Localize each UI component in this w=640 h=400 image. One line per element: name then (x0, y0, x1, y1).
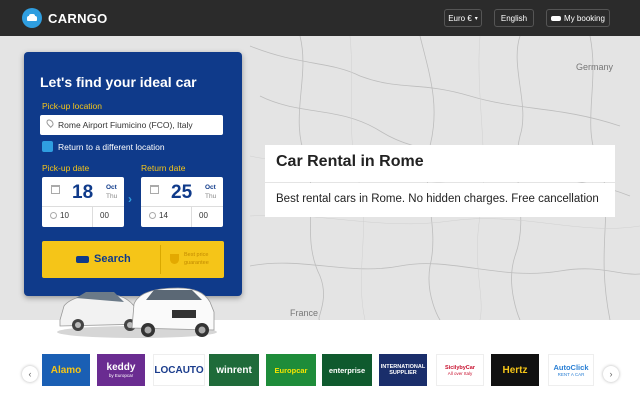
my-booking-button[interactable]: My booking (546, 9, 610, 27)
cars-illustration (57, 287, 217, 338)
partner-tagline: by Europcar (108, 373, 134, 378)
search-label: Search (94, 253, 131, 265)
partners-strip (0, 340, 640, 400)
return-month: Oct (205, 184, 216, 191)
chevron-right-icon: › (609, 369, 613, 379)
search-button[interactable]: Search Best price guarantee (42, 241, 224, 278)
partner-logo[interactable]: winrent (209, 354, 259, 386)
partner-logo[interactable]: AutoClick RENT A CAR (548, 354, 594, 386)
calendar-icon (51, 185, 60, 194)
map-label-france: France (290, 308, 319, 318)
partner-logo[interactable]: SicilybyCar All over Italy (436, 354, 484, 386)
pickup-minute[interactable]: 00 (100, 211, 109, 220)
return-different-checkbox[interactable] (42, 141, 53, 152)
currency-selector[interactable]: Euro € ▾ (444, 9, 482, 27)
partner-name: Alamo (50, 364, 82, 376)
pickup-location-input[interactable] (40, 115, 223, 135)
car-icon (551, 15, 562, 21)
return-date-label: Return date (141, 163, 186, 173)
hero-title-card: Car Rental in Rome (265, 145, 615, 182)
price-guarantee-label: Best price guarantee (184, 252, 209, 266)
partner-tagline: RENT A CAR (557, 372, 585, 377)
pickup-day: 18 (72, 182, 94, 203)
carousel-prev-button[interactable]: ‹ (22, 366, 38, 382)
chevron-left-icon: ‹ (28, 369, 32, 379)
return-day: 25 (171, 182, 193, 203)
clock-icon (50, 212, 57, 219)
carngo-logo-icon[interactable] (22, 8, 42, 28)
chevron-right-icon: › (128, 192, 132, 206)
clock-icon (149, 212, 156, 219)
divider (160, 245, 161, 274)
partner-logo[interactable]: keddy by Europcar (97, 354, 145, 386)
partner-name: AutoClick (553, 363, 589, 372)
partner-tagline: All over Italy (447, 370, 473, 376)
divider (42, 206, 124, 207)
page-title: Car Rental in Rome (276, 153, 424, 170)
shield-icon (170, 254, 179, 264)
return-hour[interactable]: 14 (159, 211, 168, 220)
language-label: English (500, 13, 528, 23)
pickup-date-picker[interactable]: 18 Oct Thu 10 00 (42, 177, 124, 227)
return-different-label: Return to a different location (58, 142, 165, 152)
partner-logo[interactable]: Europcar (266, 354, 316, 386)
my-booking-label: My booking (564, 13, 605, 23)
pickup-weekday: Thu (106, 193, 118, 200)
partner-name: enterprise (328, 365, 366, 375)
carousel-next-button[interactable]: › (603, 366, 619, 382)
divider (191, 206, 192, 227)
pickup-date-label: Pick-up date (42, 163, 90, 173)
return-date-picker[interactable]: 25 Oct Thu 14 00 (141, 177, 223, 227)
pickup-location-label: Pick-up location (42, 101, 103, 111)
divider (92, 206, 93, 227)
partner-name: keddy (106, 362, 136, 373)
return-weekday: Thu (205, 193, 217, 200)
pickup-month: Oct (106, 184, 117, 191)
currency-label: Euro € (448, 13, 472, 23)
top-bar: CARNGO Euro € ▾ English My booking (0, 0, 640, 36)
language-button[interactable]: English (494, 9, 534, 27)
map-label-germany: Germany (576, 62, 614, 72)
panel-title: Let's find your ideal car (40, 74, 197, 90)
calendar-icon (150, 185, 159, 194)
partner-name: INTERNATIONAL SUPPLIER (380, 364, 426, 376)
partner-logo[interactable]: enterprise (322, 354, 372, 386)
partner-logo[interactable]: LOCAUTO (153, 354, 205, 386)
chevron-down-icon: ▾ (474, 15, 478, 22)
page-subtitle: Best rental cars in Rome. No hidden char… (276, 193, 599, 205)
brand-name[interactable]: CARNGO (48, 11, 108, 26)
partner-logo[interactable]: Alamo (42, 354, 90, 386)
partner-name: winrent (216, 364, 252, 376)
partner-name: LOCAUTO (154, 364, 204, 376)
return-minute[interactable]: 00 (199, 211, 208, 220)
partner-logo[interactable]: Hertz (491, 354, 539, 386)
hero-subtitle-card: Best rental cars in Rome. No hidden char… (265, 183, 615, 217)
car-icon (76, 256, 89, 263)
partner-logo[interactable]: INTERNATIONAL SUPPLIER (379, 354, 427, 386)
partner-name: Europcar (274, 365, 308, 375)
partner-name: Hertz (502, 364, 528, 376)
pickup-hour[interactable]: 10 (60, 211, 69, 220)
divider (141, 206, 223, 207)
